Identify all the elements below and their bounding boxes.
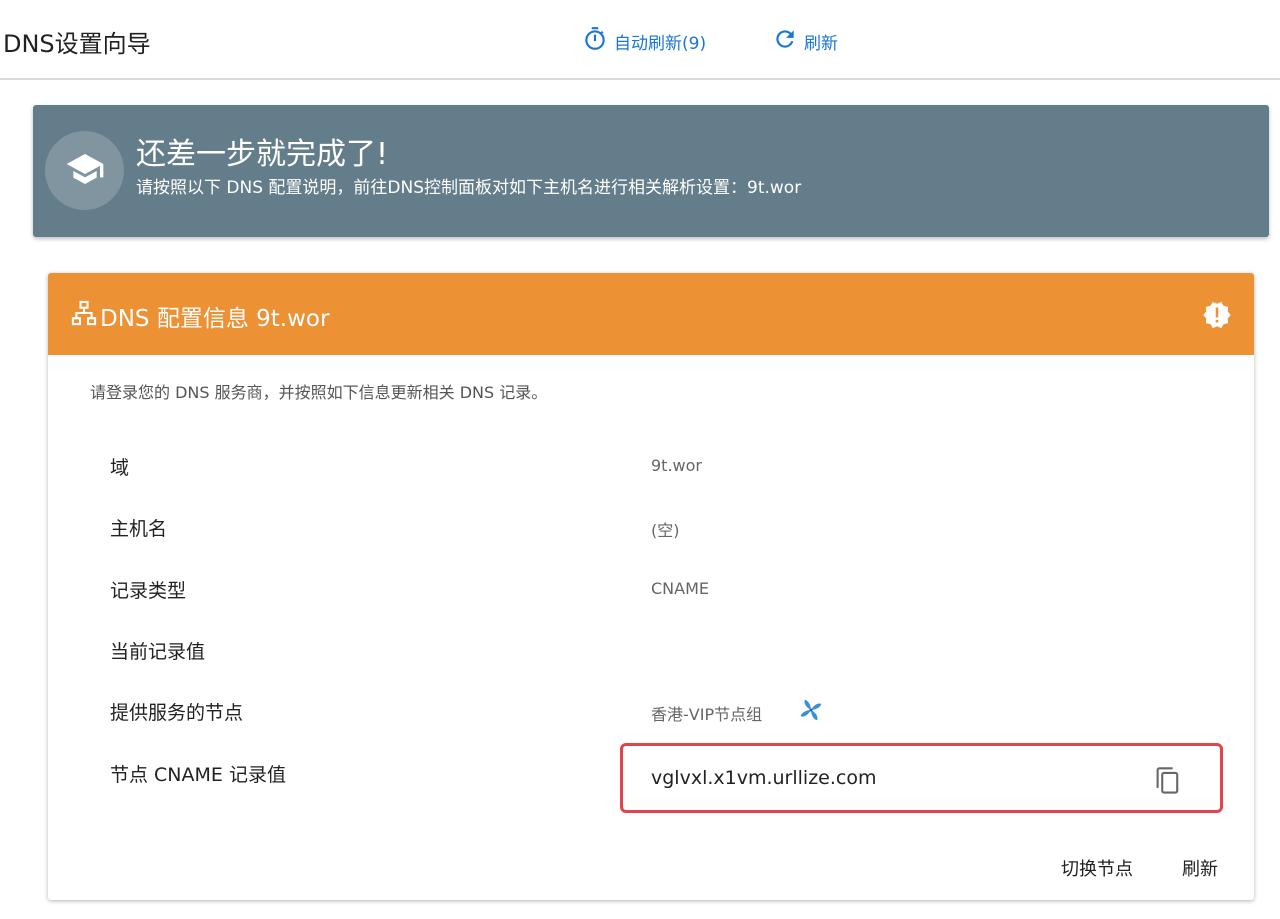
row-label-node-cname: 节点 CNAME 记录值 xyxy=(110,764,286,786)
timer-icon xyxy=(582,26,608,57)
cname-value-text[interactable]: vglvxl.x1vm.urllize.com xyxy=(651,767,877,789)
banner-avatar xyxy=(45,131,124,210)
auto-refresh-label: 自动刷新(9) xyxy=(614,34,707,54)
row-value-service-node: 香港-VIP节点组 xyxy=(651,705,763,724)
pinwheel-icon xyxy=(798,697,824,723)
row-value-record-type: CNAME xyxy=(651,579,709,598)
card-header: DNS 配置信息 9t.wor xyxy=(48,273,1254,355)
row-label-current-value: 当前记录值 xyxy=(110,641,206,663)
copy-button[interactable] xyxy=(1154,766,1182,796)
banner-title: 还差一步就完成了! xyxy=(136,137,389,172)
switch-node-button[interactable]: 切换节点 xyxy=(1061,855,1133,881)
refresh-button[interactable]: 刷新 xyxy=(772,26,838,57)
row-label-domain: 域 xyxy=(110,457,130,479)
app-title: DNS设置向导 xyxy=(3,30,151,58)
refresh-icon xyxy=(772,26,798,57)
row-value-hostname: (空) xyxy=(651,521,680,540)
card-title-group: DNS 配置信息 9t.wor xyxy=(70,299,329,333)
banner-subtitle: 请按照以下 DNS 配置说明，前往DNS控制面板对如下主机名进行相关解析设置：9… xyxy=(136,178,802,198)
auto-refresh-button[interactable]: 自动刷新(9) xyxy=(582,26,706,57)
cname-value-box: vglvxl.x1vm.urllize.com xyxy=(620,743,1223,813)
row-label-hostname: 主机名 xyxy=(110,518,168,540)
refresh-label: 刷新 xyxy=(804,34,838,54)
row-value-domain: 9t.wor xyxy=(651,456,702,475)
card-description: 请登录您的 DNS 服务商，并按照如下信息更新相关 DNS 记录。 xyxy=(90,383,548,402)
card-title: DNS 配置信息 9t.wor xyxy=(100,306,330,332)
alert-decagram-icon xyxy=(1202,301,1232,334)
graduation-cap-icon xyxy=(65,149,105,193)
row-label-record-type: 记录类型 xyxy=(110,580,187,602)
network-sitemap-icon xyxy=(70,299,98,333)
completion-banner: 还差一步就完成了! 请按照以下 DNS 配置说明，前往DNS控制面板对如下主机名… xyxy=(33,105,1269,237)
top-app-bar: DNS设置向导 自动刷新(9) 刷新 xyxy=(0,0,1280,80)
dns-config-card: DNS 配置信息 9t.wor 请登录您的 DNS 服务商，并按照如下信息更新相… xyxy=(48,273,1254,900)
alert-decagram-button[interactable] xyxy=(1202,300,1232,330)
card-refresh-button[interactable]: 刷新 xyxy=(1182,855,1218,881)
copy-icon xyxy=(1154,767,1182,800)
row-label-service-node: 提供服务的节点 xyxy=(110,702,244,724)
